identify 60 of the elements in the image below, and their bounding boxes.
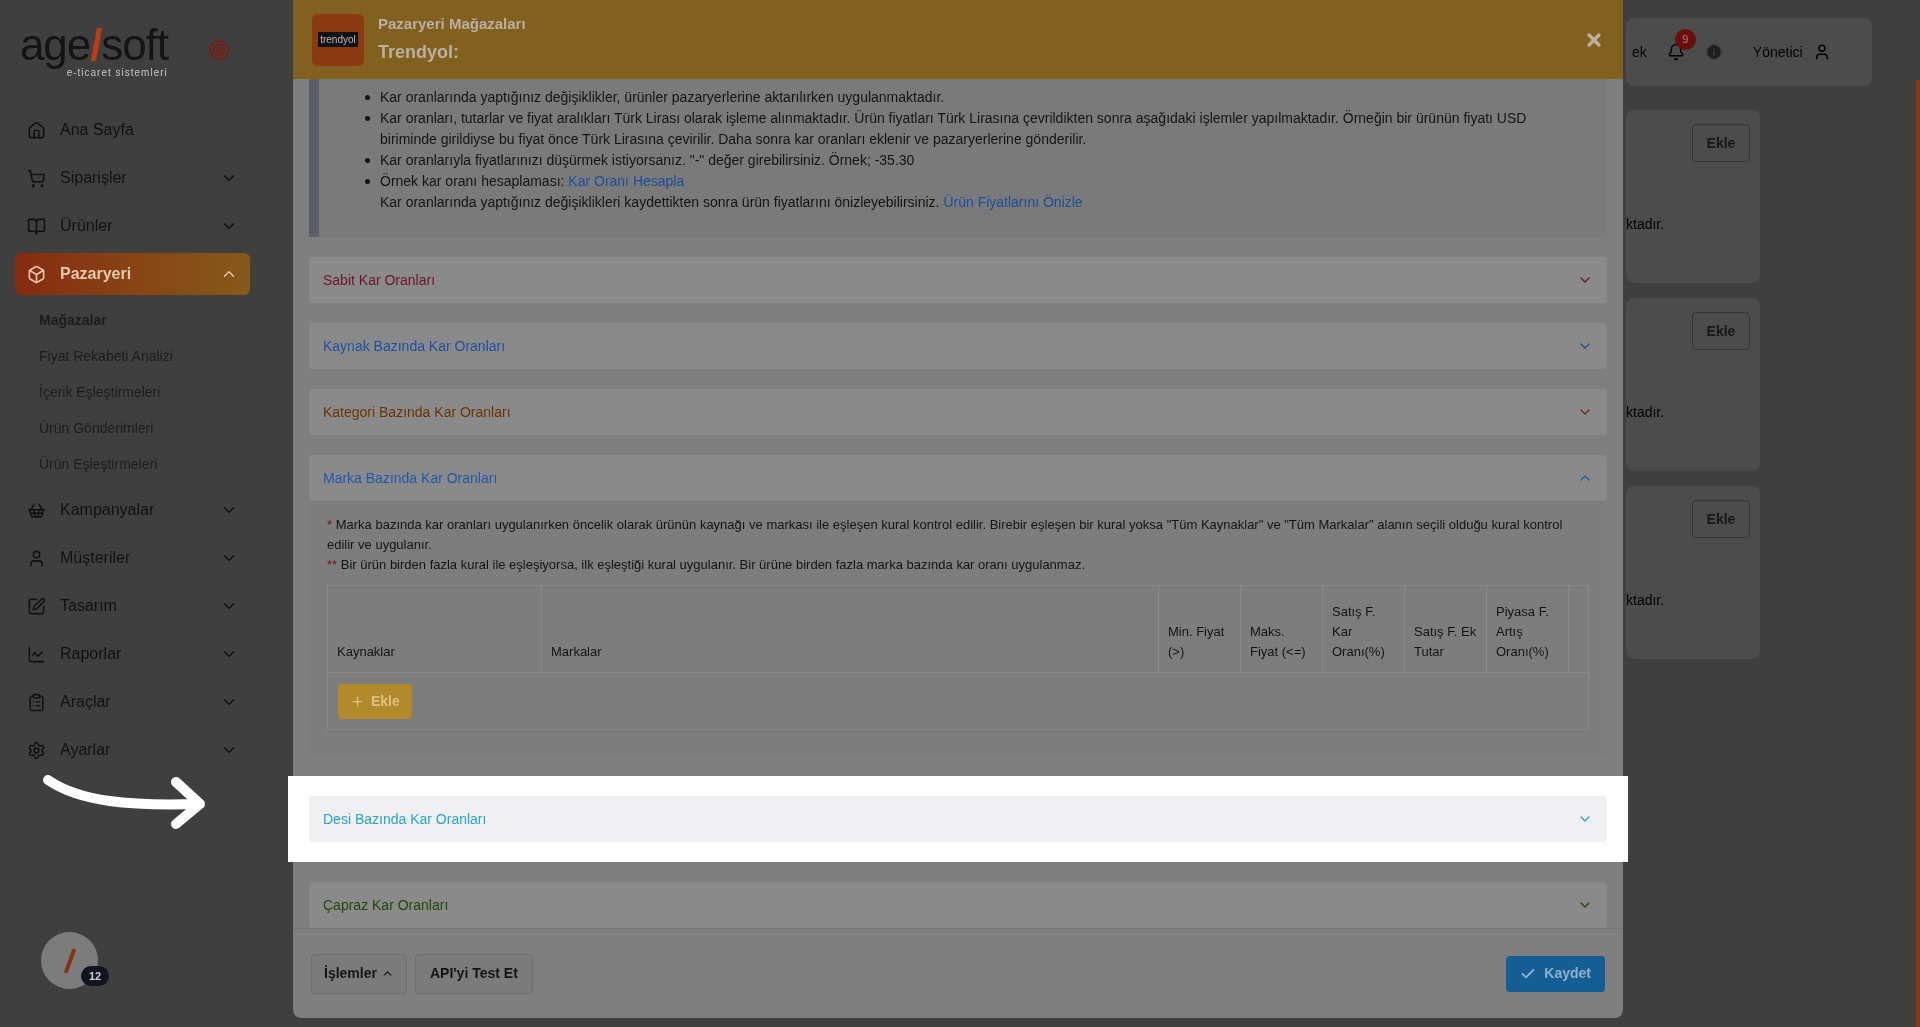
info-text: Kar oranlarıyla fiyatlarınızı düşürmek istiyorsanız. "-" değer girebilirsiniz. Örnek; -35.30: [380, 151, 915, 170]
settings-icon: [27, 740, 46, 760]
info-icon[interactable]: [1704, 43, 1723, 61]
sidebar-item[interactable]: Pazaryeri: [15, 253, 250, 295]
cut-text: ktadır.: [1626, 403, 1665, 422]
accordion-title: Kategori Bazında Kar Oranları: [323, 402, 511, 422]
accordion-header[interactable]: Marka Bazında Kar Oranları: [309, 455, 1607, 501]
bullet-icon: [365, 95, 370, 100]
modal-title: Trendyol:: [378, 41, 460, 65]
bullet-icon: [365, 179, 370, 184]
notification-badge: 9: [1674, 29, 1696, 50]
home-icon: [27, 120, 46, 140]
rule-note: * Marka bazında kar oranları uygulanırken öncelik olarak ürünün kaynağı ve markası ile eşleşen kural kontrol edilir. Birebir eşleşen bir kural yoksa "Tüm Kaynaklar" ve "Tüm Markalar" alanın seçili olduğu kural kontrol edilir ve uygulanır.: [327, 516, 1564, 554]
column-header: Piyasa F. Artış Oranı(%): [1496, 603, 1550, 661]
column-header: Min. Fiyat (>): [1168, 623, 1226, 661]
accordion-header[interactable]: Sabit Kar Oranları: [309, 257, 1607, 303]
column-header: Maks. Fiyat (<=): [1250, 623, 1307, 661]
add-button[interactable]: Ekle: [338, 683, 412, 719]
column-header: Markalar: [551, 643, 602, 661]
accordion-title: Sabit Kar Oranları: [323, 270, 436, 290]
cut-text: ktadır.: [1626, 215, 1665, 234]
column-header: Satış F. Ek Tutar: [1414, 623, 1477, 661]
accordion-title: Desi Bazında Kar Oranları: [323, 809, 487, 829]
bell-icon[interactable]: [1666, 43, 1685, 61]
info-link[interactable]: Kar Oranı Hesapla: [568, 173, 685, 189]
info-text: Kar oranlarında yaptığınız değişiklikler, ürünler pazaryerlerine aktarılırken uygulanmaktadır.: [380, 88, 945, 107]
modal-subtitle: Pazaryeri Mağazaları: [378, 13, 527, 34]
accordion-title: Kaynak Bazında Kar Oranları: [323, 336, 506, 356]
info-text: Kar oranlarında yaptığınız değişiklikleri kaydettikten sonra ürün fiyatlarını önizleyebilirsiniz. Ürün Fiyatlarını Önizle: [380, 193, 1083, 212]
rule-note: ** Bir ürün birden fazla kural ile eşleşiyorsa, ilk eşleştiği kural uygulanır. Bir ürüne birden fazla marka bazında kar oranı uygulanmaz.: [327, 556, 1086, 574]
clipboard-icon: [27, 692, 46, 712]
accordion-title: Marka Bazında Kar Oranları: [323, 468, 498, 488]
column-header: Kaynaklar: [337, 643, 395, 661]
plus-icon: [350, 693, 365, 709]
accordion-header[interactable]: Çapraz Kar Oranları: [309, 882, 1607, 928]
count-badge: 12: [81, 966, 109, 986]
bullet-icon: [365, 158, 370, 163]
basket-icon: [27, 500, 46, 520]
column-header: Satış F. Kar Oranı(%): [1332, 603, 1386, 661]
info-link[interactable]: Ürün Fiyatlarını Önizle: [943, 194, 1083, 210]
store-logo: trendyol: [312, 13, 364, 66]
cart-icon: [27, 168, 46, 188]
bullet-icon: [365, 116, 370, 121]
actions-button[interactable]: İşlemler: [311, 953, 407, 994]
test-api-button[interactable]: API'yi Test Et: [414, 953, 533, 994]
cut-text: ek: [1632, 42, 1647, 62]
book-icon: [27, 216, 46, 236]
accordion-title: Çapraz Kar Oranları: [323, 895, 449, 915]
accordion-header[interactable]: Desi Bazında Kar Oranları: [309, 796, 1607, 842]
chart-icon: [27, 644, 46, 664]
box-icon: [27, 264, 46, 284]
accordion-header[interactable]: Kaynak Bazında Kar Oranları: [309, 323, 1607, 369]
info-text: Örnek kar oranı hesaplaması: Kar Oranı Hesapla: [380, 172, 686, 191]
user-name[interactable]: Yönetici: [1752, 41, 1803, 63]
user-icon: [27, 548, 46, 568]
accordion-header[interactable]: Kategori Bazında Kar Oranları: [309, 389, 1607, 435]
cut-text: ktadır.: [1626, 591, 1665, 610]
info-text: Kar oranları, tutarlar ve fiyat aralıkları Türk Lirası olarak işleme alınmaktadır. Ürün fiyatları Türk Lirasına çevrildikten sonra aşağıdaki işlemler yapılmaktadır. Örneğin bir ürünün fiyatı USD biriminde girildiyse bu fiyat önce Türk Lirasına çevirilir. Daha sonra kar oranları eklenir ve pazaryerlerine gönderilir.: [380, 109, 1528, 149]
pen-icon: [27, 596, 46, 616]
save-button[interactable]: Kaydet: [1506, 955, 1605, 992]
